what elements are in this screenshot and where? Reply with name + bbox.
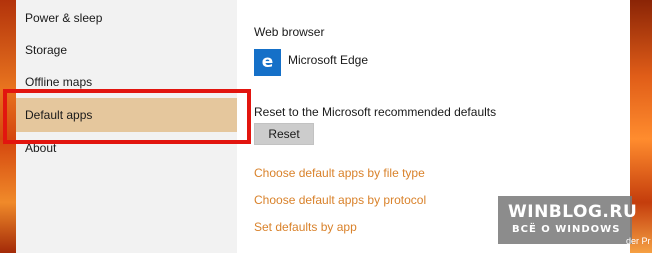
watermark-title: WINBLOG.RU [508, 202, 638, 222]
link-choose-by-file-type[interactable]: Choose default apps by file type [254, 166, 425, 180]
link-choose-by-protocol[interactable]: Choose default apps by protocol [254, 193, 426, 207]
edge-icon: e [254, 49, 281, 76]
reset-description: Reset to the Microsoft recommended defau… [254, 105, 497, 119]
clipped-background-text: der Pr [626, 236, 651, 246]
desktop-wallpaper-left [0, 0, 16, 253]
link-set-defaults-by-app[interactable]: Set defaults by app [254, 220, 357, 234]
sidebar-item-storage[interactable]: Storage [16, 33, 237, 67]
web-browser-heading: Web browser [254, 25, 325, 39]
sidebar-item-default-apps[interactable]: Default apps [16, 98, 237, 132]
sidebar: Power & sleep Storage Offline maps Defau… [16, 0, 237, 253]
default-browser-name: Microsoft Edge [288, 53, 369, 67]
watermark-subtitle: ВСЁ О WINDOWS [512, 224, 621, 235]
sidebar-item-offline-maps[interactable]: Offline maps [16, 65, 237, 99]
web-browser-default-app[interactable]: e Microsoft Edge [254, 49, 554, 81]
sidebar-item-power-sleep[interactable]: Power & sleep [16, 1, 237, 35]
sidebar-item-about[interactable]: About [16, 131, 237, 165]
reset-button[interactable]: Reset [254, 123, 314, 145]
watermark-badge: WINBLOG.RU ВСЁ О WINDOWS [498, 196, 637, 244]
